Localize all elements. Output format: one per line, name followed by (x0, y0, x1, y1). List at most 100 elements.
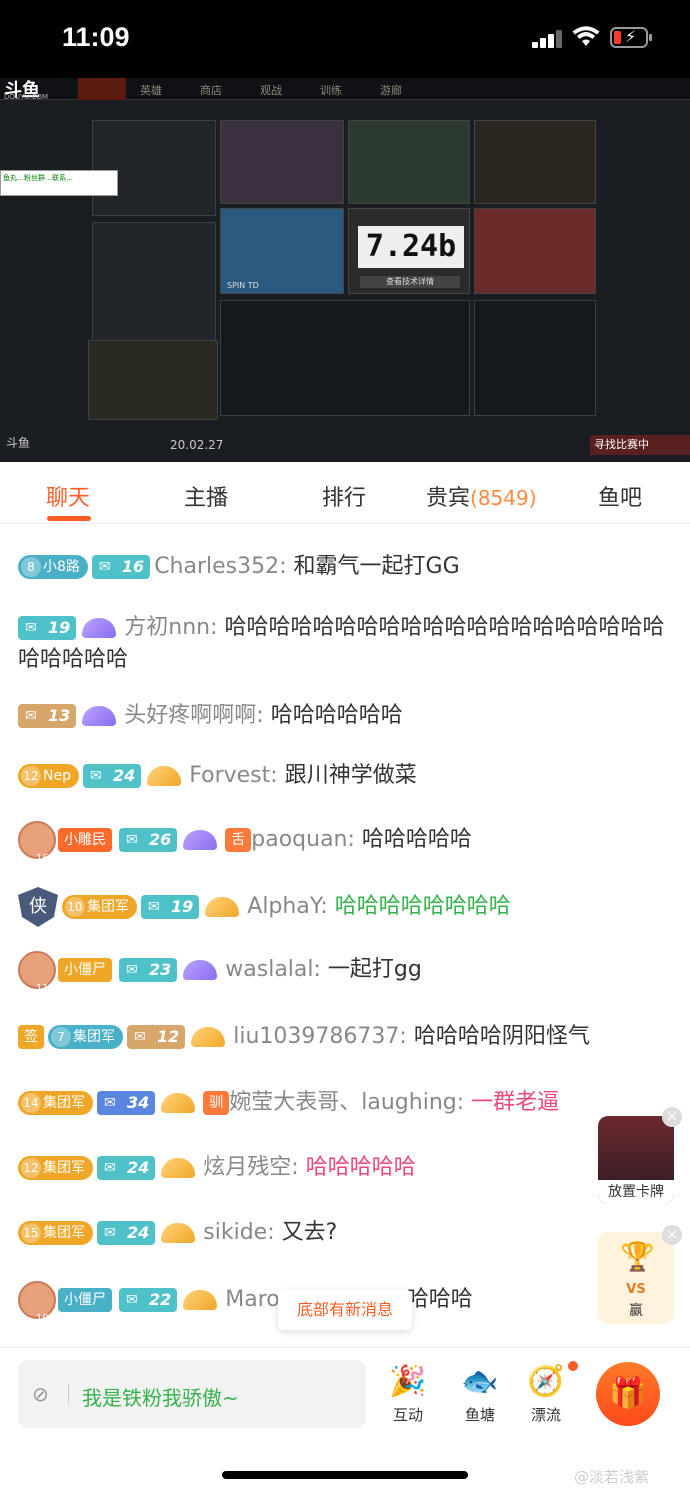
chat-message: 11小僵尸 23 waslalal: 一起打gg (18, 951, 678, 994)
message-text: 哈哈哈哈哈 (305, 1155, 416, 1180)
party-popper-icon: 🎉 (389, 1364, 427, 1399)
video-player[interactable]: 斗鱼 DOUYU.COM 英雄 商店 观战 训练 游廊 SPIN TD 7.24… (0, 78, 690, 462)
username[interactable]: liu1039786737: (233, 1024, 407, 1049)
watermark: @淡若浅紫 (574, 1468, 650, 1486)
party-panel (88, 340, 218, 420)
video-date: 20.02.27 (170, 438, 224, 452)
noble-wing-icon (80, 704, 120, 728)
level-badge: 34 (97, 1091, 156, 1115)
home-indicator[interactable] (222, 1471, 468, 1479)
fish-icon: 🐟 (461, 1364, 499, 1399)
username[interactable]: 方初nnn: (124, 615, 217, 640)
level-badge: 26 (119, 828, 178, 852)
message-text: 跟川神学做菜 (284, 763, 417, 788)
medal-icon: 16 (18, 821, 56, 864)
level-badge: 13 (18, 704, 77, 728)
level-badge: 19 (18, 616, 77, 640)
fan-badge: 小雕民 (58, 828, 112, 852)
wifi-icon (572, 26, 600, 46)
extra-badge: 驯 (203, 1091, 230, 1115)
noble-wing-icon (189, 1025, 229, 1049)
level-badge: 22 (119, 1288, 178, 1312)
level-badge: 19 (141, 895, 200, 919)
username[interactable]: 头好疼啊啊啊: (124, 703, 263, 728)
place-card-widget[interactable]: 放置卡牌 (598, 1116, 674, 1204)
message-text: 一起打gg (327, 957, 422, 982)
tab-streamer[interactable]: 主播 (184, 480, 228, 512)
chat-input[interactable]: ⊘ 我是铁粉我骄傲~ (18, 1360, 366, 1428)
new-message-tip[interactable]: 底部有新消息 (278, 1290, 412, 1330)
username[interactable]: sikide: (203, 1220, 274, 1245)
gift-button[interactable]: 🎁 (596, 1362, 660, 1426)
username[interactable]: 婉莹大表哥、laughing: (229, 1090, 464, 1115)
big-number-button: 查看技术详情 (360, 276, 460, 288)
chat-panel (220, 300, 470, 416)
compass-icon: 🧭 (527, 1364, 565, 1399)
chat-message: 侠10集团军19 AlphaY: 哈哈哈哈哈哈哈哈 (18, 887, 678, 927)
close-icon[interactable]: × (662, 1225, 682, 1245)
level-badge: 23 (119, 958, 178, 982)
tab-bar: 聊天 主播 排行 贵宾(8549) 鱼吧 (0, 462, 690, 524)
noble-wing-icon (181, 958, 221, 982)
signal-icon (532, 30, 564, 48)
message-text: 一群老逼 (471, 1090, 560, 1115)
video-caption: 斗鱼 (6, 436, 31, 450)
username[interactable]: AlphaY: (247, 894, 327, 919)
noble-wing-icon (159, 1221, 199, 1245)
spin-td-card: SPIN TD (220, 208, 344, 294)
game-nav-item: 观战 (260, 84, 282, 97)
douyu-sub: DOUYU.COM (4, 93, 49, 101)
shield-icon: 侠 (18, 887, 58, 927)
close-icon[interactable]: × (662, 1107, 682, 1127)
noble-wing-icon (159, 1156, 199, 1180)
username[interactable]: Forvest: (189, 763, 277, 788)
chat-message: 12集团军24 炫月残空: 哈哈哈哈哈 (18, 1152, 678, 1184)
noble-wing-icon (203, 895, 243, 919)
win-widget[interactable]: 🏆 VS 赢 (598, 1232, 674, 1324)
tab-rank[interactable]: 排行 (322, 480, 366, 512)
drift-button[interactable]: 🧭 漂流 (516, 1364, 576, 1425)
news-card (220, 120, 344, 204)
level-badge: 16 (91, 555, 151, 579)
game-nav-item: 训练 (320, 84, 342, 97)
win-label: 赢 (629, 1303, 643, 1319)
level-badge: 24 (82, 764, 142, 788)
level-badge: 12 (127, 1025, 186, 1049)
hero-card (474, 208, 596, 294)
tab-fish-bar[interactable]: 鱼吧 (598, 480, 642, 512)
username[interactable]: paoquan: (251, 827, 355, 852)
game-nav: 英雄 商店 观战 训练 游廊 (140, 82, 402, 98)
message-text: 又去? (281, 1220, 338, 1245)
chat-list[interactable]: 8小8路16Charles352: 和霸气一起打GG 19方初nnn: 哈哈哈哈… (0, 525, 690, 1347)
level-badge: 24 (97, 1156, 156, 1180)
fan-badge: 12 Nep (18, 764, 79, 788)
fan-badge: 12 集团军 (18, 1156, 93, 1180)
fan-badge: 10 集团军 (62, 895, 137, 919)
username[interactable]: 炫月残空: (203, 1155, 298, 1180)
spin-td-label: SPIN TD (227, 281, 259, 290)
dota-logo-icon (78, 78, 126, 100)
eye-off-icon[interactable]: ⊘ (32, 1382, 49, 1406)
chat-message: 12Nep24 Forvest: 跟川神学做菜 (18, 760, 678, 792)
chat-message: 16小雕民 26 舌paoquan: 哈哈哈哈哈 (18, 821, 678, 864)
fan-badge: 8 小8路 (18, 555, 88, 579)
tab-vip[interactable]: 贵宾(8549) (426, 480, 537, 512)
notification-dot (568, 1361, 578, 1371)
sign-badge: 签 (18, 1025, 44, 1049)
interact-button[interactable]: 🎉 互动 (378, 1364, 438, 1425)
tab-chat[interactable]: 聊天 (46, 480, 90, 512)
username[interactable]: Maro (225, 1287, 279, 1312)
username[interactable]: waslalal: (225, 957, 321, 982)
find-match-button: 寻找比赛中 (590, 435, 690, 455)
message-text: 哈哈哈哈哈 (361, 827, 472, 852)
medal-icon: 11 (18, 951, 56, 994)
fish-pond-button[interactable]: 🐟 鱼塘 (450, 1364, 510, 1425)
chat-message: 14集团军34 驯婉莹大表哥、laughing: 一群老逼 (18, 1087, 678, 1119)
game-nav-item: 商店 (200, 84, 222, 97)
noble-wing-icon (159, 1091, 199, 1115)
battery-icon: ⚡ (610, 27, 652, 48)
trophy-card (474, 120, 596, 204)
status-bar: 11:09 ⚡ (0, 0, 690, 78)
username[interactable]: Charles352: (154, 554, 286, 579)
message-text: 哈哈哈哈阴阳怪气 (413, 1024, 590, 1049)
